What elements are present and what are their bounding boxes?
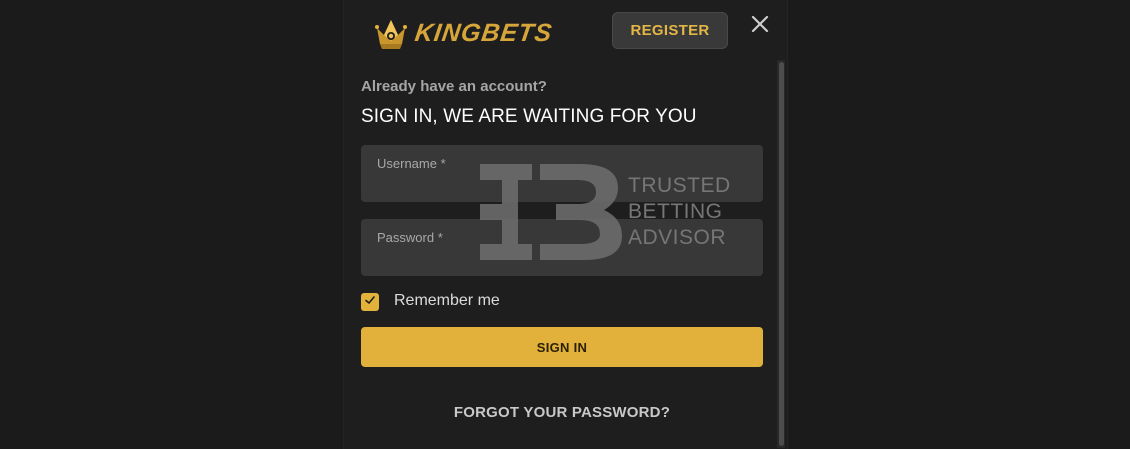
close-icon	[751, 15, 769, 38]
register-button[interactable]: REGISTER	[612, 12, 728, 49]
password-input[interactable]	[377, 249, 749, 271]
account-prompt: Already have an account?	[361, 78, 547, 95]
page-title: SIGN IN, WE ARE WAITING FOR YOU	[361, 106, 697, 127]
kingbets-logo[interactable]: KINGBETS	[371, 14, 555, 52]
password-field[interactable]: Password *	[361, 219, 763, 276]
checkmark-icon	[364, 293, 376, 311]
username-field[interactable]: Username *	[361, 145, 763, 202]
close-button[interactable]	[748, 14, 772, 38]
remember-me-checkbox[interactable]	[361, 293, 379, 311]
logo-wordmark: KINGBETS	[413, 18, 555, 47]
scrollbar-thumb[interactable]	[779, 62, 784, 446]
remember-me-label[interactable]: Remember me	[394, 292, 500, 310]
password-label: Password *	[377, 230, 443, 245]
crown-icon	[371, 14, 411, 52]
sign-in-modal: KINGBETS REGISTER Already have an accoun…	[343, 0, 788, 449]
username-label: Username *	[377, 156, 446, 171]
sign-in-button[interactable]: SIGN IN	[361, 327, 763, 367]
username-input[interactable]	[377, 175, 749, 197]
forgot-password-link[interactable]: FORGOT YOUR PASSWORD?	[361, 404, 763, 421]
